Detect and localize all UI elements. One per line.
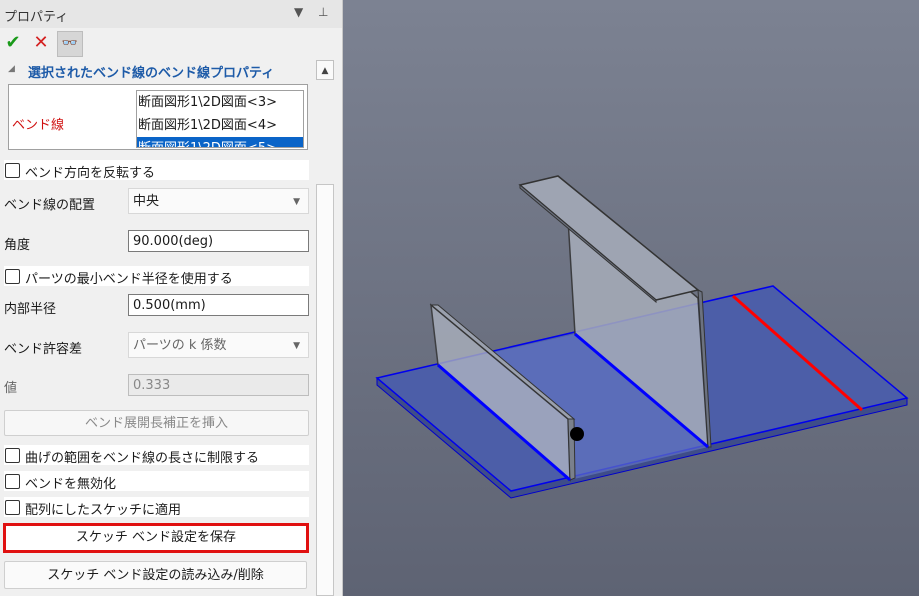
sheet-metal-model xyxy=(375,175,909,499)
cancel-icon[interactable]: ✕ xyxy=(30,32,52,54)
insert-correction-button[interactable]: ベンド展開長補正を挿入 xyxy=(4,410,309,436)
reverse-direction-label: ベンド方向を反転する xyxy=(25,166,156,181)
properties-panel: プロパティ ▼ ⊥ ✔ ✕ 👓 ◢ 選択されたベンド線のベンド線プロパティ ベン… xyxy=(0,0,343,596)
tolerance-dropdown[interactable]: パーツの k 係数 ▼ xyxy=(128,332,309,358)
tolerance-value: パーツの k 係数 xyxy=(133,338,227,353)
ok-icon[interactable]: ✔ xyxy=(2,32,24,54)
placement-value: 中央 xyxy=(133,194,160,209)
scroll-up-icon[interactable]: ▲ xyxy=(316,60,334,80)
section-expand-icon[interactable]: ◢ xyxy=(8,64,15,74)
bend-line-listbox[interactable]: 断面図形1\2D図面<3> 断面図形1\2D図面<4> 断面図形1\2D図面<5… xyxy=(136,90,304,148)
placement-label: ベンド線の配置 xyxy=(4,198,96,213)
tolerance-label: ベンド許容差 xyxy=(4,342,83,357)
section-title: 選択されたベンド線のベンド線プロパティ xyxy=(28,66,275,81)
list-item[interactable]: 断面図形1\2D図面<4> xyxy=(137,114,303,137)
origin-point xyxy=(570,427,584,441)
scrollbar-thumb[interactable] xyxy=(316,184,334,596)
list-item-selected[interactable]: 断面図形1\2D図面<5> xyxy=(137,137,303,147)
value-input: 0.333 xyxy=(128,374,309,396)
value-label: 値 xyxy=(4,381,18,396)
chevron-down-icon: ▼ xyxy=(293,197,300,207)
disable-bend-checkbox[interactable] xyxy=(5,474,20,489)
3d-viewport[interactable] xyxy=(343,0,919,596)
bend-line-label: ベンド線 xyxy=(12,118,65,133)
preview-glasses-icon[interactable]: 👓 xyxy=(57,31,83,57)
pin-icon[interactable]: ⊥ xyxy=(318,5,328,19)
disable-bend-label: ベンドを無効化 xyxy=(25,477,117,492)
inner-radius-label: 内部半径 xyxy=(4,302,57,317)
angle-label: 角度 xyxy=(4,238,31,253)
apply-pattern-checkbox[interactable] xyxy=(5,500,20,515)
limit-range-label: 曲げの範囲をベンド線の長さに制限する xyxy=(25,451,260,466)
limit-range-checkbox[interactable] xyxy=(5,448,20,463)
list-item[interactable]: 断面図形1\2D図面<3> xyxy=(137,91,303,114)
placement-dropdown[interactable]: 中央 ▼ xyxy=(128,188,309,214)
inner-radius-input[interactable]: 0.500(mm) xyxy=(128,294,309,316)
save-bend-settings-button[interactable]: スケッチ ベンド設定を保存 xyxy=(3,523,309,553)
chevron-down-icon: ▼ xyxy=(293,341,300,351)
collapse-icon[interactable]: ▼ xyxy=(294,5,303,19)
panel-title: プロパティ xyxy=(4,10,69,25)
angle-input[interactable]: 90.000(deg) xyxy=(128,230,309,252)
load-delete-bend-settings-button[interactable]: スケッチ ベンド設定の読み込み/削除 xyxy=(4,561,307,589)
use-min-radius-checkbox[interactable] xyxy=(5,269,20,284)
reverse-direction-checkbox[interactable] xyxy=(5,163,20,178)
apply-pattern-label: 配列にしたスケッチに適用 xyxy=(25,503,182,518)
use-min-radius-label: パーツの最小ベンド半径を使用する xyxy=(25,272,233,287)
